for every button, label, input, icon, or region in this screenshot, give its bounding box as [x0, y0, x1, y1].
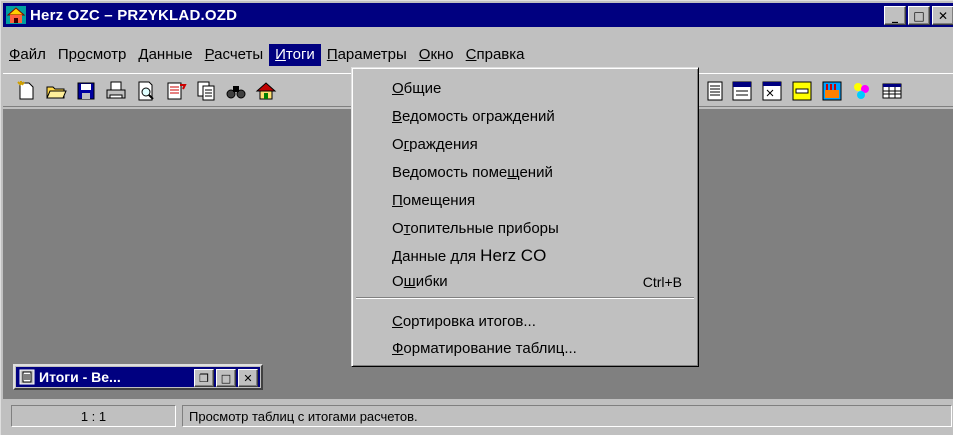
item-format-accel: Ф [392, 340, 404, 357]
menu-help[interactable]: Справка [460, 44, 531, 66]
minimized-results-window[interactable]: Итоги - Ве... ❐ □ ✕ [13, 364, 263, 390]
item-errors-pre: О [392, 273, 404, 290]
menu-data-post: анные [148, 46, 193, 63]
menu-view[interactable]: Просмотр [52, 44, 133, 66]
item-rooms-list-pre: Ведомость поме [392, 164, 508, 181]
minimized-window-title: Итоги - Ве... [39, 369, 121, 385]
menu-item-rooms[interactable]: Помещения [392, 190, 692, 212]
item-herz-co-accel: Д [392, 248, 403, 265]
menu-item-envelopes[interactable]: Ограждения [392, 134, 692, 156]
item-general-accel: О [392, 80, 404, 97]
item-envelope-list-accel: В [392, 108, 403, 125]
errors-shortcut: Ctrl+B [642, 274, 682, 290]
item-general-post: бщие [403, 80, 442, 97]
menu-bar: Файл Просмотр Данные Расчеты Итоги Парам… [3, 43, 953, 67]
save-icon[interactable] [73, 78, 99, 104]
app-icon [6, 6, 26, 24]
menu-results-post: тоги [285, 46, 315, 63]
window-icon[interactable] [789, 78, 815, 104]
print-preview-icon[interactable] [133, 78, 159, 104]
menu-item-rooms-list[interactable]: Ведомость помещений [392, 162, 692, 184]
menu-file[interactable]: Файл [3, 44, 52, 66]
menu-calculations-post: асчеты [214, 46, 264, 63]
import-icon[interactable] [163, 78, 189, 104]
status-position: 1 : 1 [11, 405, 176, 427]
results-dropdown-menu: Общие Ведомость ограждений Ограждения Ве… [351, 67, 699, 367]
menu-help-post: правка [476, 46, 525, 63]
menu-parameters[interactable]: Параметры [321, 44, 413, 66]
item-heaters-post: опительные приборы [410, 220, 559, 237]
menu-separator [356, 297, 694, 299]
item-rooms-list-post: ений [519, 164, 553, 181]
menu-results-accel: И [275, 46, 286, 63]
item-herz-co-post: анные для [402, 248, 481, 265]
status-bar: 1 : 1 Просмотр таблиц с итогами расчетов… [3, 402, 953, 430]
radiator-icon[interactable] [819, 78, 845, 104]
item-errors-post: ибки [415, 273, 448, 290]
menu-item-general[interactable]: Общие [392, 78, 692, 100]
mdi-close-button[interactable]: ✕ [238, 369, 258, 387]
app-window: Herz OZC – PRZYKLAD.OZD _ □ ✕ Файл Просм… [0, 0, 953, 435]
item-herz-co-label: Herz CO [480, 246, 547, 265]
status-message: Просмотр таблиц с итогами расчетов. [182, 405, 952, 427]
menu-file-post: айл [20, 46, 46, 63]
item-format-post: орматирование таблиц... [403, 340, 577, 357]
print-icon[interactable] [103, 78, 129, 104]
item-envelopes-post: раждения [409, 136, 478, 153]
item-errors-accel: ш [403, 273, 416, 290]
open-icon[interactable] [43, 78, 69, 104]
table-icon[interactable] [703, 78, 729, 104]
menu-parameters-accel: П [326, 46, 338, 63]
menu-window-post: кно [430, 46, 454, 63]
maximize-button[interactable]: □ [908, 6, 930, 25]
menu-item-format-tables[interactable]: Форматирование таблиц... [392, 338, 692, 360]
menu-window-accel: О [418, 46, 431, 63]
close-button[interactable]: ✕ [932, 6, 953, 25]
copy-icon[interactable] [193, 78, 219, 104]
menu-results[interactable]: Итоги [269, 44, 321, 66]
mdi-maximize-button[interactable]: □ [216, 369, 236, 387]
menu-parameters-post: араметры [337, 46, 407, 63]
find-icon[interactable] [223, 78, 249, 104]
menu-view-post: смотр [85, 46, 127, 63]
restore-button[interactable]: ❐ [194, 369, 214, 387]
doc-icon[interactable] [759, 78, 785, 104]
item-rooms-list-accel: щ [507, 164, 520, 181]
menu-help-accel: С [465, 46, 477, 63]
menu-file-accel: Ф [9, 46, 21, 63]
menu-view-pre: Пр [57, 46, 78, 63]
item-envelopes-pre: О [392, 136, 404, 153]
menu-item-heaters[interactable]: Отопительные приборы [392, 218, 692, 240]
menu-data-accel: Д [138, 46, 149, 63]
menu-item-sort-results[interactable]: Сортировка итогов... [392, 311, 692, 333]
menu-item-herz-co-data[interactable]: Данные для Herz CO [392, 245, 692, 267]
menu-calculations-accel: Р [204, 46, 215, 63]
item-sort-accel: С [392, 313, 403, 330]
item-heaters-pre: О [392, 220, 404, 237]
menu-item-envelope-list[interactable]: Ведомость ограждений [392, 106, 692, 128]
item-rooms-post: омещения [402, 192, 476, 209]
grid-icon[interactable] [879, 78, 905, 104]
title-bar[interactable]: Herz OZC – PRZYKLAD.OZD _ □ ✕ [3, 3, 953, 27]
item-envelope-list-post: едомость ограждений [402, 108, 555, 125]
item-rooms-accel: П [392, 192, 403, 209]
menu-calculations[interactable]: Расчеты [199, 44, 270, 66]
menu-item-errors[interactable]: Ошибки Ctrl+B [392, 271, 692, 293]
table-window-icon [19, 369, 35, 385]
item-sort-post: ортировка итогов... [402, 313, 536, 330]
form-icon[interactable] [729, 78, 755, 104]
menu-window[interactable]: Окно [413, 44, 460, 66]
new-icon[interactable] [13, 78, 39, 104]
color-icon[interactable] [849, 78, 875, 104]
menu-data[interactable]: Данные [132, 44, 198, 66]
house-icon[interactable] [253, 78, 279, 104]
minimize-button[interactable]: _ [884, 6, 906, 25]
window-title: Herz OZC – PRZYKLAD.OZD [30, 6, 238, 24]
